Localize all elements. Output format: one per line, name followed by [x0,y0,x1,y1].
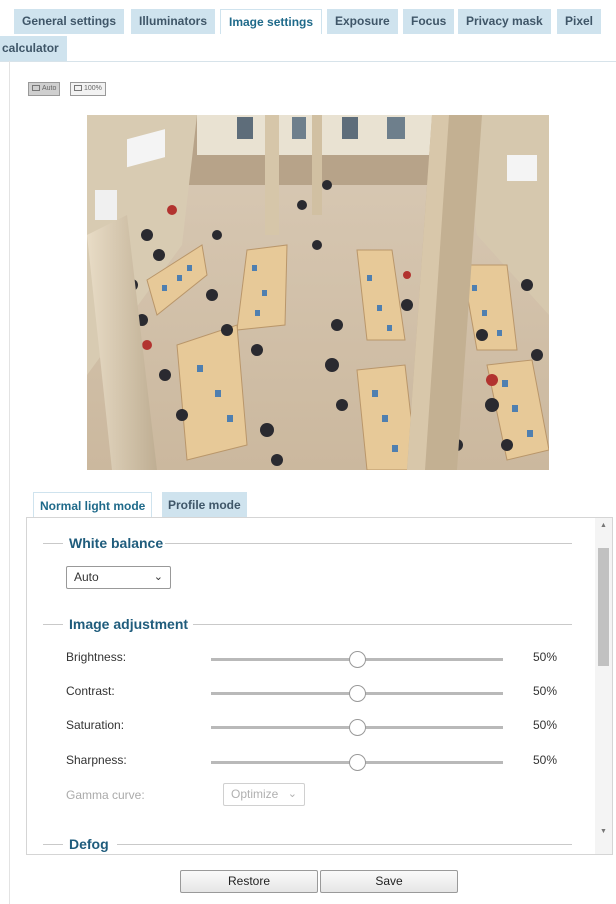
gamma-curve-label: Gamma curve: [66,788,145,802]
contrast-label: Contrast: [66,684,115,698]
view-auto-label: Auto [42,85,57,92]
section-white-balance: White balance [43,535,572,551]
section-defog: Defog [43,836,572,852]
sharpness-value: 50% [533,753,558,767]
page-border [9,61,10,904]
camera-live-view [87,115,549,470]
scroll-up-icon[interactable]: ▲ [595,522,612,529]
tab-pixel-calculator-wrap[interactable]: calculator [0,36,67,61]
restore-button[interactable]: Restore [180,870,318,893]
sharpness-slider[interactable] [211,754,503,771]
image-settings-panel: White balance Auto ⌄ Image adjustment Br… [26,517,613,855]
tab-exposure[interactable]: Exposure [327,9,398,34]
brightness-slider[interactable] [211,651,503,668]
tab-normal-light-mode[interactable]: Normal light mode [33,492,153,518]
contrast-value: 50% [533,684,558,698]
section-image-adjustment: Image adjustment [43,616,572,632]
brightness-label: Brightness: [66,650,127,664]
settings-tab-bar: General settings Illuminators Image sett… [0,9,614,61]
tab-bar-divider [0,61,616,62]
scrollbar-thumb[interactable] [598,548,609,666]
tab-pixel-calculator[interactable]: Pixel [557,9,602,34]
sharpness-label: Sharpness: [66,753,127,767]
chevron-down-icon: ⌄ [287,788,297,800]
tab-focus[interactable]: Focus [403,9,455,34]
section-title-image-adjustment: Image adjustment [69,616,189,632]
view-auto-button[interactable]: Auto [28,82,61,96]
saturation-slider[interactable] [211,719,503,736]
panel-scrollbar[interactable]: ▲ ▼ [595,518,612,854]
brightness-value: 50% [533,650,558,664]
saturation-label: Saturation: [66,718,125,732]
gamma-curve-select: Optimize ⌄ [223,783,305,806]
camera-image [87,115,549,470]
view-100-label: 100% [84,85,102,92]
slider-thumb[interactable] [348,685,366,702]
slider-thumb[interactable] [348,754,366,771]
section-rule [165,543,572,544]
save-button[interactable]: Save [320,870,458,893]
section-rule [43,543,63,544]
slider-thumb[interactable] [348,719,366,736]
tab-privacy-mask[interactable]: Privacy mask [458,9,551,34]
white-balance-select[interactable]: Auto ⌄ [66,566,171,589]
section-rule [43,624,63,625]
tab-illuminators[interactable]: Illuminators [131,9,216,34]
scroll-down-icon[interactable]: ▼ [595,828,612,835]
section-rule [117,844,572,845]
fit-view-icon [32,85,40,91]
section-rule [193,624,572,625]
tab-general-settings[interactable]: General settings [14,9,125,34]
section-title-white-balance: White balance [69,535,164,551]
section-rule [43,844,63,845]
saturation-value: 50% [533,718,558,732]
white-balance-value: Auto [74,570,99,584]
chevron-down-icon: ⌄ [153,571,163,583]
view-100-button[interactable]: 100% [70,82,106,96]
slider-thumb[interactable] [348,651,366,668]
gamma-curve-value: Optimize [231,787,279,801]
full-size-icon [74,85,82,91]
tab-profile-mode[interactable]: Profile mode [162,492,247,518]
section-title-defog: Defog [69,836,109,852]
contrast-slider[interactable] [211,685,503,702]
tab-image-settings[interactable]: Image settings [220,9,323,34]
